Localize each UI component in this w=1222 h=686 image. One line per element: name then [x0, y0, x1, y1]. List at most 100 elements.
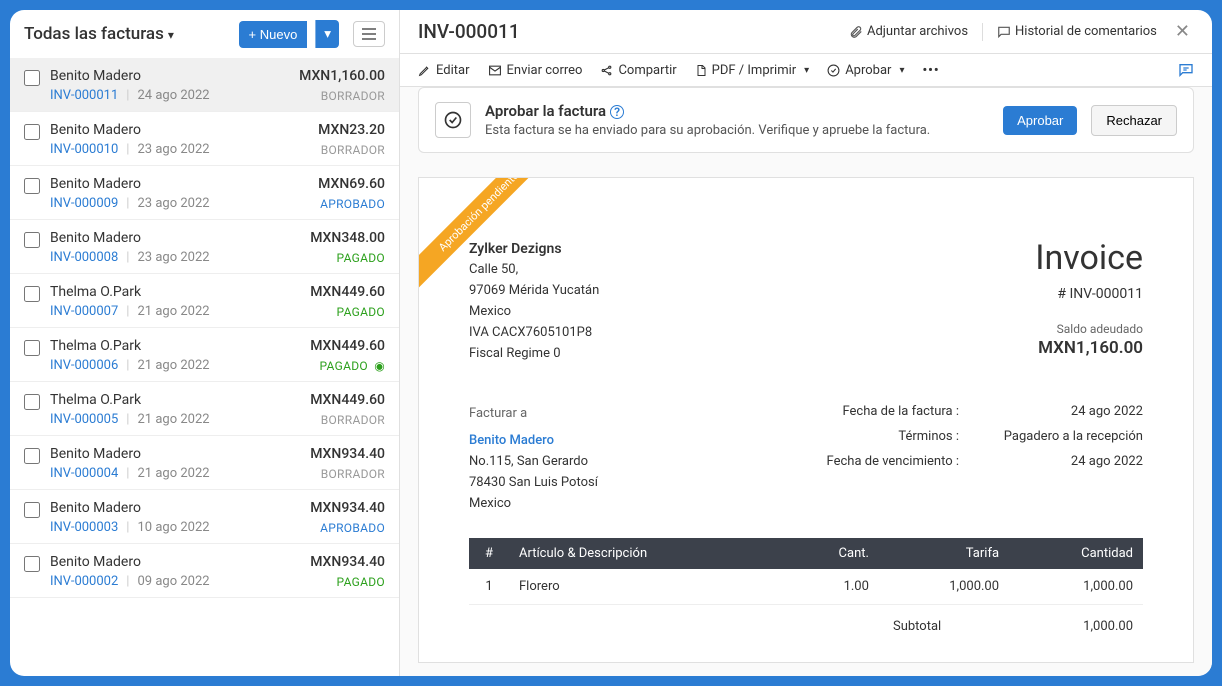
- bill-to-name[interactable]: Benito Madero: [469, 431, 598, 452]
- col-desc: Artículo & Descripción: [509, 538, 785, 569]
- invoice-id-link[interactable]: INV-000011: [50, 88, 118, 103]
- pdf-print-dropdown[interactable]: PDF / Imprimir: [695, 63, 810, 78]
- list-item[interactable]: Benito MaderoMXN934.40INV-000002|09 ago …: [10, 544, 399, 598]
- amount: MXN1,160.00: [299, 68, 385, 84]
- app-window: Todas las facturas + Nuevo ▾ Benito Made…: [10, 10, 1212, 676]
- send-email-button[interactable]: Enviar correo: [488, 63, 583, 78]
- list-item[interactable]: Benito MaderoMXN23.20INV-000010|23 ago 2…: [10, 112, 399, 166]
- select-checkbox[interactable]: [24, 394, 40, 410]
- list-menu-button[interactable]: [353, 21, 385, 47]
- company-line: IVA CACX7605101P8: [469, 323, 599, 344]
- balance-amount: MXN1,160.00: [1035, 338, 1143, 358]
- status-badge: BORRADOR: [321, 413, 385, 427]
- status-badge: APROBADO: [320, 521, 385, 535]
- comment-history-button[interactable]: Historial de comentarios: [997, 24, 1157, 39]
- subtotal-row: Subtotal 1,000.00: [883, 611, 1143, 642]
- new-invoice-button[interactable]: + Nuevo: [239, 21, 308, 48]
- list-item[interactable]: Benito MaderoMXN934.40INV-000004|21 ago …: [10, 436, 399, 490]
- check-circle-icon: [827, 64, 840, 77]
- invoice-id-link[interactable]: INV-000009: [50, 196, 118, 211]
- invoice-id-link[interactable]: INV-000008: [50, 250, 118, 265]
- cell-amount: 1,000.00: [1009, 569, 1143, 605]
- separator: |: [126, 250, 129, 265]
- share-button[interactable]: Compartir: [600, 63, 676, 78]
- attach-files-button[interactable]: Adjuntar archivos: [849, 24, 968, 39]
- item-body: Thelma O.ParkMXN449.60INV-000005|21 ago …: [50, 392, 385, 427]
- approval-check-icon: [443, 110, 463, 130]
- list-item[interactable]: Thelma O.ParkMXN449.60INV-000006|21 ago …: [10, 328, 399, 382]
- close-detail-button[interactable]: ✕: [1171, 21, 1194, 42]
- select-checkbox[interactable]: [24, 70, 40, 86]
- company-line: Calle 50,: [469, 260, 599, 281]
- cell-rate: 1,000.00: [879, 569, 1009, 605]
- date: 09 ago 2022: [137, 574, 209, 589]
- pdf-label: PDF / Imprimir: [712, 63, 797, 78]
- detail-header: INV-000011 Adjuntar archivos Historial d…: [400, 10, 1212, 54]
- invoice-id-link[interactable]: INV-000002: [50, 574, 118, 589]
- select-checkbox[interactable]: [24, 178, 40, 194]
- separator: |: [126, 196, 129, 211]
- customer-name: Benito Madero: [50, 500, 141, 516]
- new-invoice-dropdown[interactable]: ▾: [315, 20, 339, 48]
- share-label: Compartir: [618, 63, 676, 78]
- customer-name: Benito Madero: [50, 554, 141, 570]
- select-checkbox[interactable]: [24, 340, 40, 356]
- comment-icon: [997, 25, 1011, 39]
- approval-title: Aprobar la factura?: [485, 102, 989, 120]
- status-badge: PAGADO: [337, 305, 385, 319]
- select-checkbox[interactable]: [24, 232, 40, 248]
- invoice-id-link[interactable]: INV-000003: [50, 520, 118, 535]
- invoice-id-link[interactable]: INV-000010: [50, 142, 118, 157]
- reject-button[interactable]: Rechazar: [1091, 105, 1177, 136]
- status-badge: BORRADOR: [321, 467, 385, 481]
- list-item[interactable]: Benito MaderoMXN69.60INV-000009|23 ago 2…: [10, 166, 399, 220]
- status-badge: PAGADO: [337, 251, 385, 265]
- date: 21 ago 2022: [137, 466, 209, 481]
- status-badge: PAGADO: [337, 575, 385, 589]
- list-item[interactable]: Thelma O.ParkMXN449.60INV-000007|21 ago …: [10, 274, 399, 328]
- customer-name: Benito Madero: [50, 446, 141, 462]
- select-checkbox[interactable]: [24, 556, 40, 572]
- amount: MXN449.60: [310, 338, 385, 354]
- customer-name: Benito Madero: [50, 230, 141, 246]
- select-checkbox[interactable]: [24, 286, 40, 302]
- status-badge: PAGADO ◉: [319, 359, 385, 373]
- customer-name: Thelma O.Park: [50, 392, 141, 408]
- select-checkbox[interactable]: [24, 502, 40, 518]
- list-item[interactable]: Benito MaderoMXN348.00INV-000008|23 ago …: [10, 220, 399, 274]
- invoice-id-link[interactable]: INV-000004: [50, 466, 118, 481]
- invoice-id-link[interactable]: INV-000005: [50, 412, 118, 427]
- amount: MXN934.40: [310, 554, 385, 570]
- select-checkbox[interactable]: [24, 124, 40, 140]
- bill-to-line: 78430 San Luis Potosí: [469, 473, 598, 494]
- pdf-icon: [695, 64, 707, 77]
- list-filter-dropdown[interactable]: Todas las facturas: [24, 24, 231, 44]
- list-item[interactable]: Benito MaderoMXN1,160.00INV-000011|24 ag…: [10, 58, 399, 112]
- invoice-id-link[interactable]: INV-000006: [50, 358, 118, 373]
- item-body: Thelma O.ParkMXN449.60INV-000007|21 ago …: [50, 284, 385, 319]
- invoice-detail-panel: INV-000011 Adjuntar archivos Historial d…: [400, 10, 1212, 676]
- amount: MXN934.40: [310, 500, 385, 516]
- invoice-list[interactable]: Benito MaderoMXN1,160.00INV-000011|24 ag…: [10, 58, 399, 676]
- select-checkbox[interactable]: [24, 448, 40, 464]
- date: 10 ago 2022: [137, 520, 209, 535]
- bill-to-line: No.115, San Gerardo: [469, 452, 598, 473]
- approve-dropdown[interactable]: Aprobar: [827, 63, 904, 78]
- detail-body[interactable]: Aprobar la factura? Esta factura se ha e…: [400, 87, 1212, 676]
- history-label: Historial de comentarios: [1015, 24, 1157, 39]
- edit-button[interactable]: Editar: [418, 63, 470, 78]
- toggle-comments-button[interactable]: [1178, 62, 1194, 78]
- approve-button[interactable]: Aprobar: [1003, 106, 1077, 135]
- edit-label: Editar: [436, 63, 470, 78]
- meta-row: Fecha de vencimiento : 24 ago 2022: [809, 454, 1143, 469]
- paperclip-icon: [849, 25, 863, 39]
- list-item[interactable]: Benito MaderoMXN934.40INV-000003|10 ago …: [10, 490, 399, 544]
- help-icon[interactable]: ?: [610, 105, 624, 119]
- list-item[interactable]: Thelma O.ParkMXN449.60INV-000005|21 ago …: [10, 382, 399, 436]
- new-label: Nuevo: [260, 27, 298, 42]
- separator: |: [126, 358, 129, 373]
- invoice-id-link[interactable]: INV-000007: [50, 304, 118, 319]
- customer-name: Thelma O.Park: [50, 338, 141, 354]
- status-badge: BORRADOR: [321, 143, 385, 157]
- more-actions-button[interactable]: •••: [922, 63, 939, 78]
